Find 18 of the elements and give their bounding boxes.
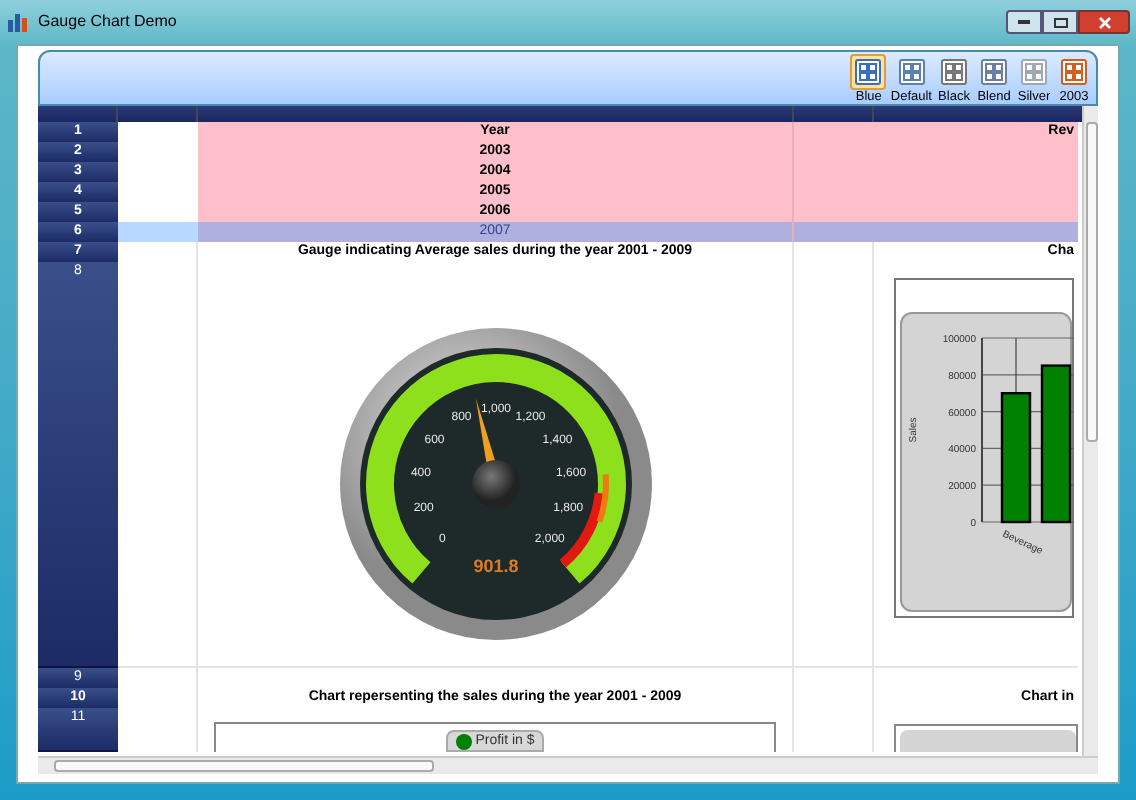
gauge-value: 901.8 — [472, 556, 518, 576]
theme-icon — [1020, 58, 1048, 86]
minimize-button[interactable] — [1006, 10, 1042, 34]
gauge-hub — [471, 460, 519, 508]
vertical-scrollbar[interactable] — [1082, 106, 1098, 756]
theme-icon — [980, 58, 1008, 86]
theme-icon — [940, 58, 968, 86]
table-cell — [794, 222, 874, 244]
theme-icon — [854, 58, 883, 86]
horizontal-scrollbar[interactable] — [38, 756, 1098, 774]
maximize-button[interactable] — [1042, 10, 1078, 34]
close-button[interactable] — [1078, 10, 1130, 34]
theme-icon — [897, 58, 926, 86]
bar — [1000, 392, 1032, 524]
theme-icon — [1060, 58, 1088, 86]
close-icon — [1097, 15, 1111, 29]
window-title: Gauge Chart Demo — [38, 10, 177, 34]
app-icon — [6, 10, 30, 34]
